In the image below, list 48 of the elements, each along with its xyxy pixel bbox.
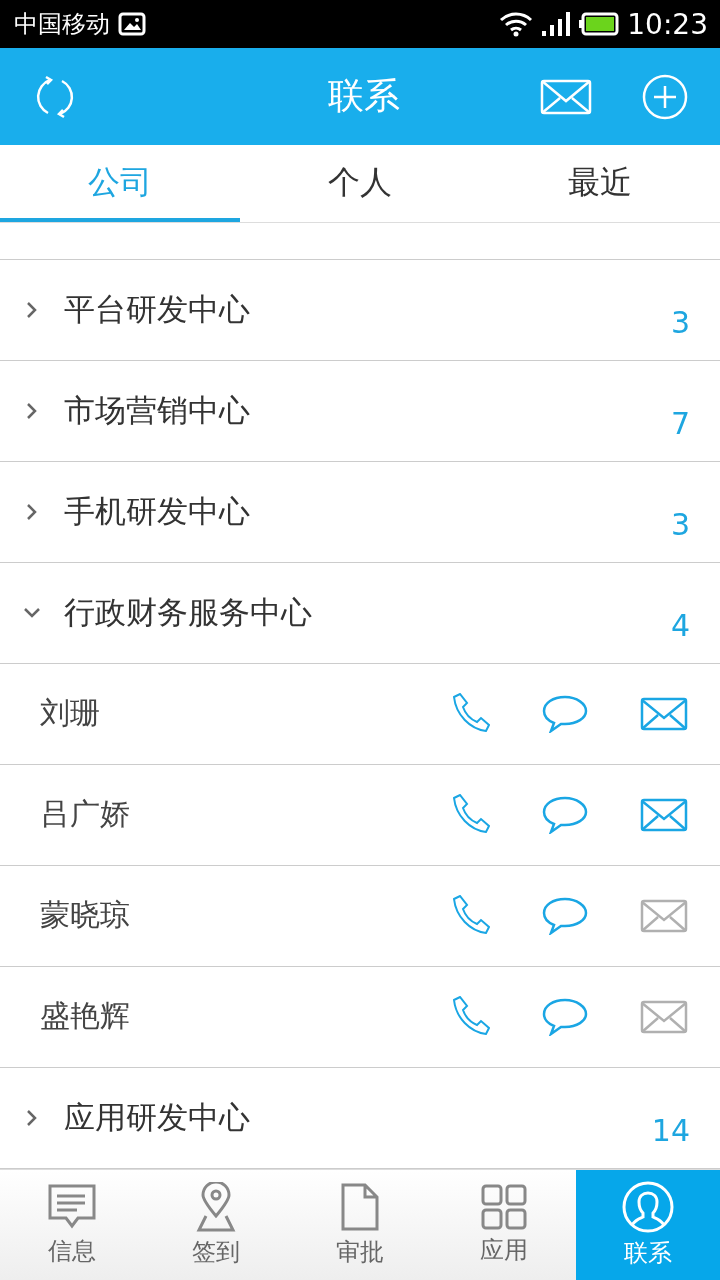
group-name: 行政财务服务中心 bbox=[64, 593, 313, 632]
add-icon[interactable] bbox=[642, 73, 688, 120]
contact-name: 刘珊 bbox=[40, 694, 101, 733]
envelope-icon[interactable] bbox=[640, 1000, 688, 1034]
envelope-icon[interactable] bbox=[640, 798, 688, 832]
member-count: 7 bbox=[670, 406, 690, 441]
group-row[interactable]: 市场营销中心 7 bbox=[0, 361, 720, 462]
member-count: 3 bbox=[670, 507, 690, 542]
contact-name: 盛艳辉 bbox=[40, 997, 131, 1036]
member-count: 14 bbox=[651, 1113, 690, 1148]
contact-name: 蒙晓琼 bbox=[40, 896, 131, 935]
envelope-icon[interactable] bbox=[640, 697, 688, 731]
message-icon bbox=[46, 1183, 98, 1231]
clock-time: 10:23 bbox=[627, 7, 708, 41]
chat-icon[interactable] bbox=[542, 695, 588, 733]
grid-icon bbox=[481, 1184, 527, 1230]
image-icon bbox=[118, 12, 146, 37]
group-name: 应用研发中心 bbox=[64, 1098, 251, 1137]
contact-name: 吕广娇 bbox=[40, 795, 131, 834]
nav-tab[interactable]: 审批 bbox=[288, 1170, 432, 1280]
envelope-icon[interactable] bbox=[640, 899, 688, 933]
person-icon bbox=[622, 1181, 674, 1233]
contact-row[interactable]: 刘珊 bbox=[0, 664, 720, 765]
group-name: 市场营销中心 bbox=[64, 391, 251, 430]
battery-icon bbox=[579, 12, 620, 37]
chat-icon[interactable] bbox=[542, 796, 588, 834]
nav-tab[interactable]: 信息 bbox=[0, 1170, 144, 1280]
group-row[interactable]: 手机研发中心 3 bbox=[0, 462, 720, 563]
group-name: 手机研发中心 bbox=[64, 492, 251, 531]
contact-row[interactable]: 蒙晓琼 bbox=[0, 866, 720, 967]
nav-tab[interactable]: 应用 bbox=[432, 1170, 576, 1280]
document-icon bbox=[340, 1182, 380, 1232]
signal-icon bbox=[541, 11, 572, 38]
wifi-icon bbox=[499, 11, 534, 38]
nav-tab[interactable]: 签到 bbox=[144, 1170, 288, 1280]
group-row[interactable]: 平台研发中心 3 bbox=[0, 260, 720, 361]
contact-row[interactable]: 吕广娇 bbox=[0, 765, 720, 866]
member-count: 4 bbox=[670, 608, 690, 643]
group-row[interactable]: 应用研发中心 14 bbox=[0, 1068, 720, 1169]
group-name: 平台研发中心 bbox=[64, 290, 251, 329]
contact-row[interactable]: 盛艳辉 bbox=[0, 967, 720, 1068]
chat-icon[interactable] bbox=[542, 998, 588, 1036]
group-row[interactable]: 行政财务服务中心 4 bbox=[0, 563, 720, 664]
page-title: 联系 bbox=[326, 74, 401, 119]
location-pin-icon bbox=[196, 1182, 236, 1232]
chat-icon[interactable] bbox=[542, 897, 588, 935]
member-count: 3 bbox=[670, 305, 690, 340]
carrier-name: 中国移动 bbox=[14, 9, 110, 41]
